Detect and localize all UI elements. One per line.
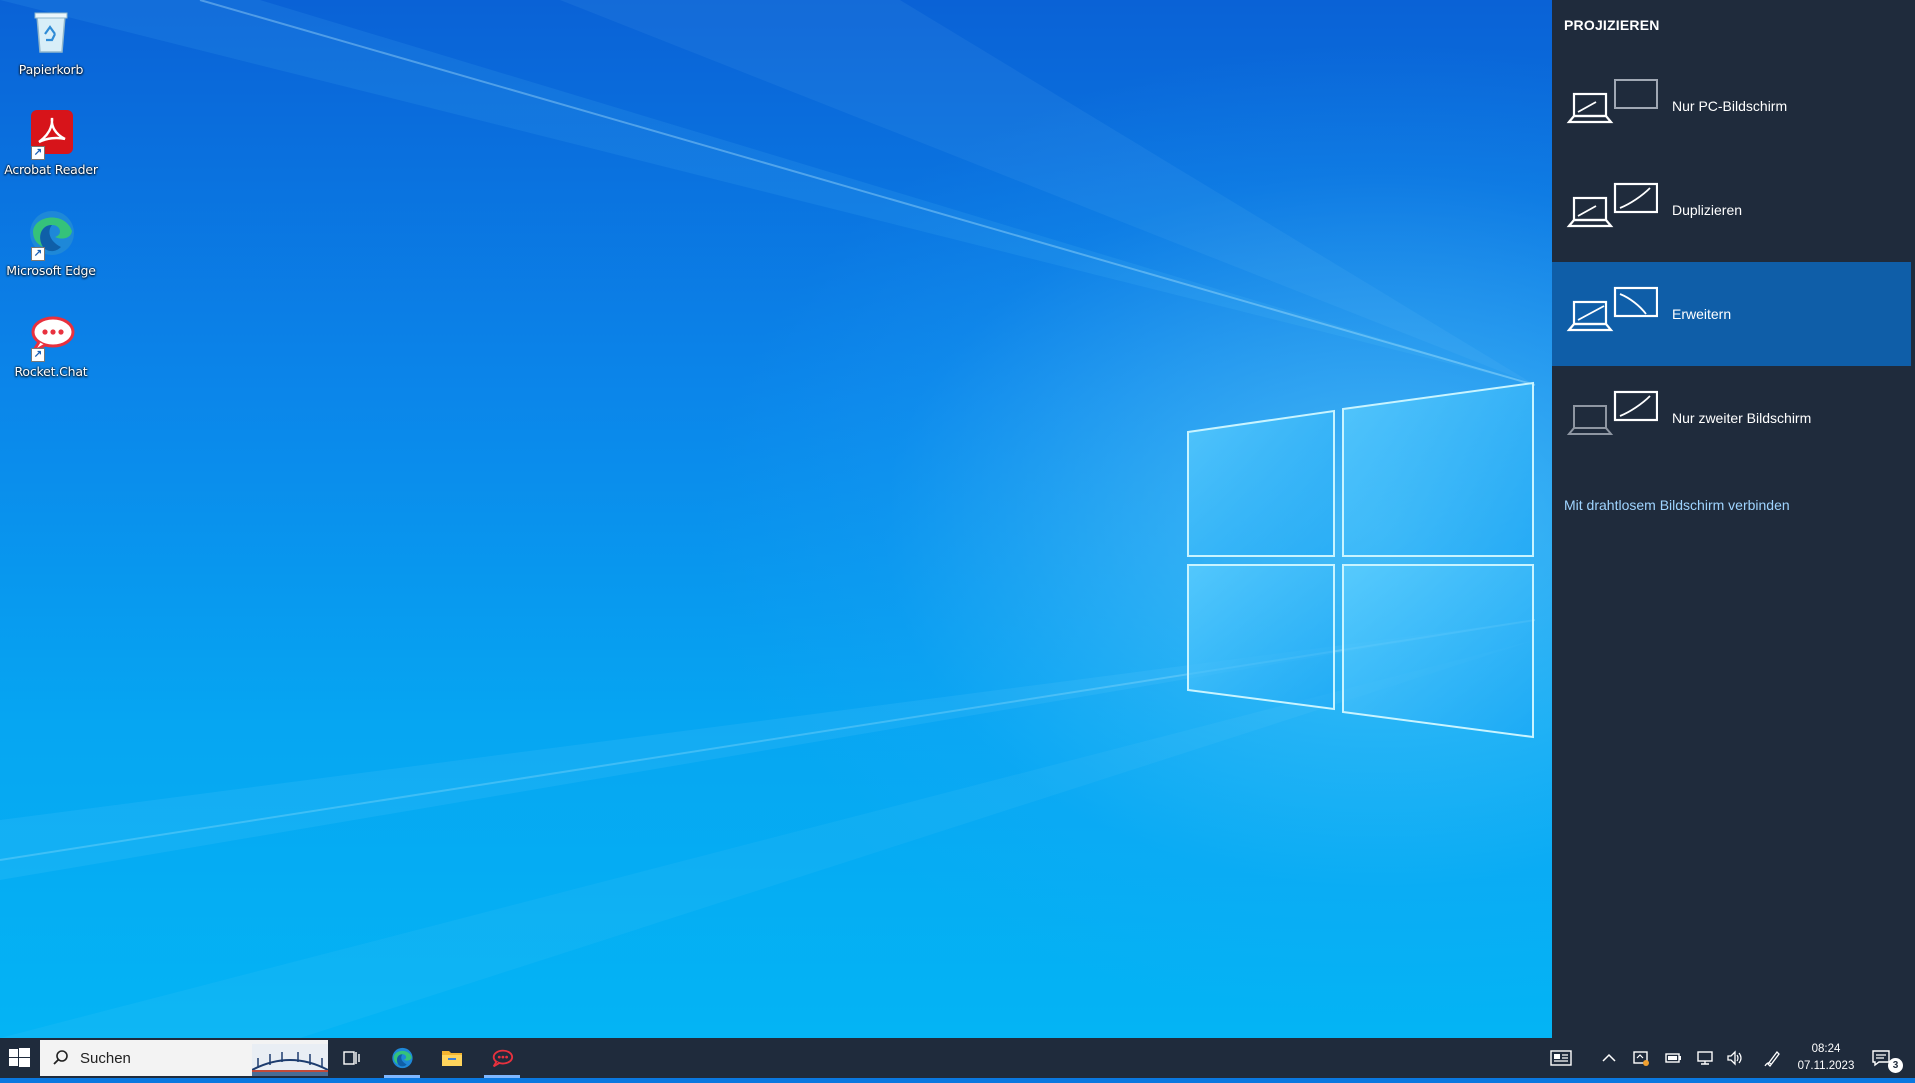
- pen-icon[interactable]: [1764, 1049, 1782, 1067]
- volume-icon[interactable]: [1726, 1049, 1744, 1067]
- search-highlight-bridge-icon: [252, 1044, 328, 1076]
- duplicate-icon: [1566, 182, 1658, 228]
- taskbar-clock[interactable]: 08:24 07.11.2023: [1788, 1041, 1864, 1075]
- notification-count-badge: 3: [1888, 1058, 1903, 1073]
- windows-start-icon: [9, 1048, 30, 1067]
- taskbar-rocket-chat-button[interactable]: [478, 1038, 526, 1078]
- desktop-icon-recycle-bin[interactable]: Papierkorb: [4, 6, 98, 77]
- desktop-icon-label: Papierkorb: [18, 62, 84, 77]
- edge-icon: [392, 1047, 413, 1069]
- search-placeholder: Suchen: [80, 1050, 131, 1067]
- task-view-icon: [343, 1051, 360, 1065]
- shortcut-arrow-icon: ↗: [31, 348, 45, 362]
- meet-now-icon[interactable]: [1632, 1049, 1650, 1067]
- project-option-label: Nur PC-Bildschirm: [1672, 98, 1788, 114]
- desktop-wallpaper: Papierkorb ↗ Acrobat Reader ↗ Microsoft …: [0, 0, 1552, 1038]
- file-explorer-icon: [442, 1051, 462, 1066]
- project-option-label: Duplizieren: [1672, 202, 1743, 218]
- recycle-bin-icon: [25, 6, 77, 58]
- taskbar-file-explorer-button[interactable]: [428, 1038, 476, 1078]
- taskbar-edge-button[interactable]: [378, 1038, 426, 1078]
- project-option-label: Nur zweiter Bildschirm: [1672, 410, 1812, 426]
- pc-screen-only-icon: [1566, 79, 1658, 124]
- edge-icon: ↗: [25, 207, 77, 261]
- connect-wireless-display-link[interactable]: Mit drahtlosem Bildschirm verbinden: [1564, 497, 1790, 513]
- project-option-label: Erweitern: [1672, 306, 1732, 322]
- project-panel: PROJIZIEREN Nur PC-Bildschirm Dupliziere…: [1552, 0, 1915, 1038]
- desktop-icon-rocket-chat[interactable]: ↗ Rocket.Chat: [4, 308, 98, 379]
- task-view-button[interactable]: [328, 1038, 376, 1078]
- chevron-up-icon[interactable]: [1600, 1049, 1618, 1067]
- project-option-second-screen-only[interactable]: Nur zweiter Bildschirm: [1552, 366, 1911, 470]
- search-box[interactable]: Suchen: [40, 1040, 328, 1076]
- desktop-icon-label: Acrobat Reader: [4, 162, 98, 177]
- shortcut-arrow-icon: ↗: [31, 247, 45, 261]
- network-icon[interactable]: [1696, 1049, 1714, 1067]
- project-option-duplicate[interactable]: Duplizieren: [1552, 158, 1911, 262]
- project-option-extend[interactable]: Erweitern: [1552, 262, 1911, 366]
- project-option-pc-screen-only[interactable]: Nur PC-Bildschirm: [1552, 54, 1911, 158]
- taskbar: Suchen 08:24 07.11.2023 3: [0, 1038, 1915, 1078]
- desktop-icon-acrobat-reader[interactable]: ↗ Acrobat Reader: [4, 106, 98, 177]
- desktop-icon-label: Microsoft Edge: [6, 263, 96, 278]
- clock-date: 07.11.2023: [1797, 1060, 1855, 1072]
- windows-logo-wallpaper: [0, 0, 1536, 1038]
- second-screen-only-icon: [1566, 390, 1658, 435]
- rocket-chat-icon: ↗: [25, 308, 77, 362]
- start-button[interactable]: [0, 1038, 40, 1078]
- news-icon[interactable]: [1550, 1049, 1572, 1067]
- windows-logo: [1187, 381, 1534, 739]
- desktop-icon-microsoft-edge[interactable]: ↗ Microsoft Edge: [4, 207, 98, 278]
- battery-icon[interactable]: [1664, 1049, 1682, 1067]
- rocket-chat-icon: [492, 1049, 514, 1068]
- panel-title: PROJIZIEREN: [1564, 17, 1660, 33]
- extend-icon: [1566, 286, 1658, 332]
- shortcut-arrow-icon: ↗: [31, 146, 45, 160]
- search-icon: [53, 1050, 68, 1065]
- acrobat-reader-icon: ↗: [25, 106, 77, 160]
- desktop-icon-label: Rocket.Chat: [14, 364, 88, 379]
- clock-time: 08:24: [1811, 1043, 1841, 1055]
